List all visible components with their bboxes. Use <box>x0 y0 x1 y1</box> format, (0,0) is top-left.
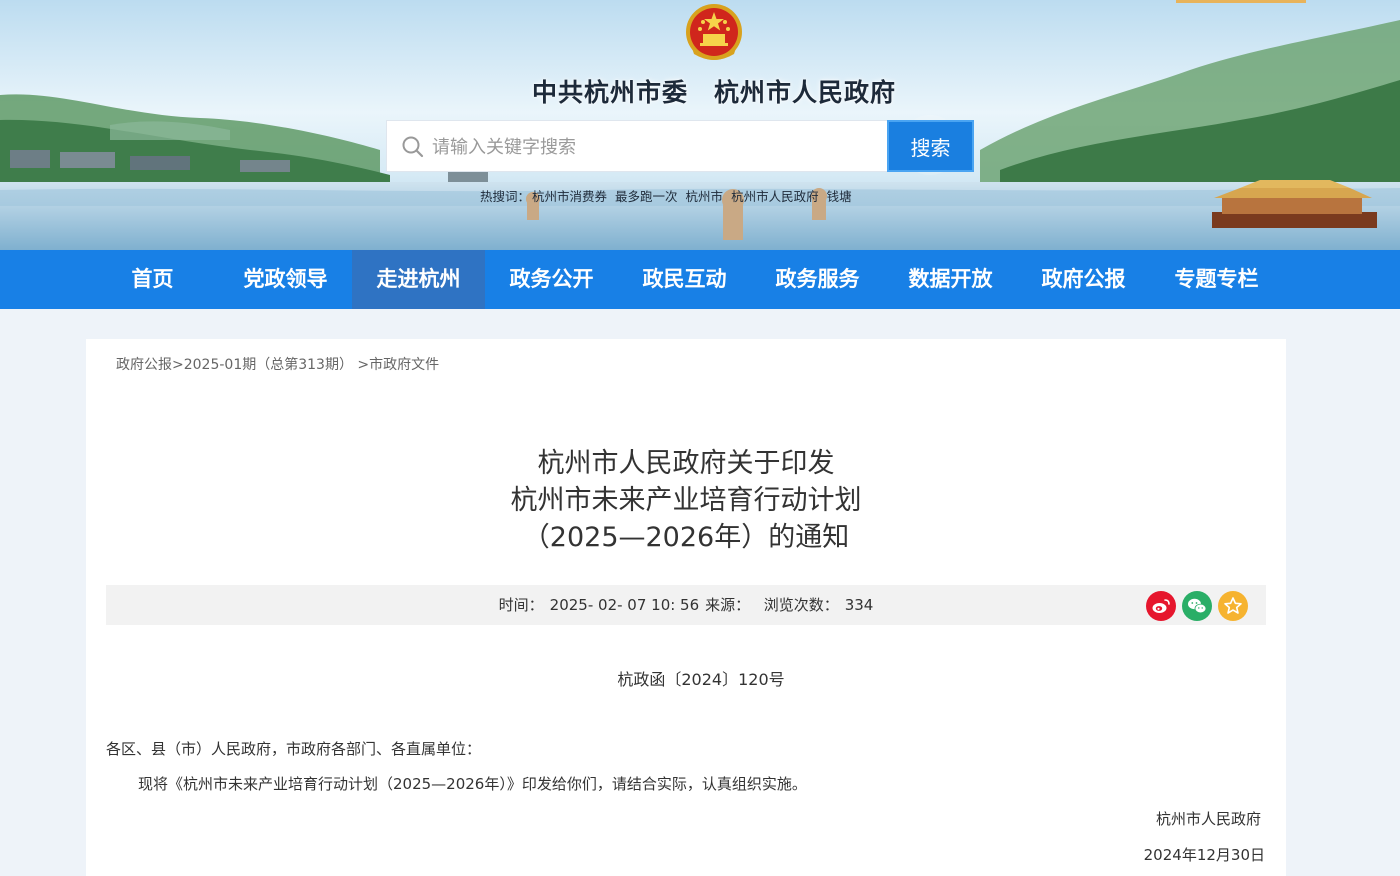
weibo-icon[interactable] <box>1146 591 1176 621</box>
article-title-line: （2025—2026年）的通知 <box>522 522 850 553</box>
body-paragraph: 现将《杭州市未来产业培育行动计划（2025—2026年）》印发给你们，请结合实际… <box>138 775 807 793</box>
article-meta: 时间： 2025- 02- 07 10: 56 来源： 浏览次数： 334 <box>106 585 1266 625</box>
favorite-icon[interactable] <box>1218 591 1248 621</box>
article-title-line: 杭州市人民政府关于印发 <box>537 448 835 479</box>
header-banner: 中共杭州市委 杭州市人民政府 搜索 热搜词：杭州市消费券最多跑一次杭州市杭州市人… <box>0 0 1400 250</box>
breadcrumb-link-gazette[interactable]: 政府公报 <box>116 357 172 373</box>
nav-item-open-data[interactable]: 数据开放 <box>884 250 1017 309</box>
hot-word-link[interactable]: 杭州市 <box>686 189 724 204</box>
article-meta-bar: 时间： 2025- 02- 07 10: 56 来源： 浏览次数： 334 <box>106 585 1266 625</box>
nav-item-home[interactable]: 首页 <box>86 250 219 309</box>
hot-search-words: 热搜词： 杭州市消费券 最多跑一次 杭州市 杭州市人民政府 钱塘 <box>480 186 860 205</box>
nav-item-interaction[interactable]: 政民互动 <box>618 250 751 309</box>
breadcrumb-link-category[interactable]: 市政府文件 <box>369 357 439 373</box>
publish-time: 2025- 02- 07 10: 56 <box>549 596 700 614</box>
views-label: 浏览次数： <box>763 596 839 614</box>
nav-item-topics[interactable]: 专题专栏 <box>1150 250 1283 309</box>
national-emblem-icon <box>684 2 744 66</box>
signature-date: 2024年12月30日 <box>1143 846 1265 864</box>
hot-words-label: 热搜词： <box>480 189 531 204</box>
breadcrumb-link-issue[interactable]: 2025-01期（总第313期） <box>184 357 353 373</box>
site-title: 中共杭州市委 杭州市人民政府 <box>531 78 896 107</box>
nav-item-gov-info[interactable]: 政务公开 <box>485 250 618 309</box>
hot-word-link[interactable]: 杭州市人民政府 <box>731 189 819 204</box>
breadcrumb: 政府公报>2025-01期（总第313期） >市政府文件 <box>116 354 439 374</box>
nav-item-gazette[interactable]: 政府公报 <box>1017 250 1150 309</box>
wechat-icon[interactable] <box>1182 591 1212 621</box>
addressee: 各区、县（市）人民政府，市政府各部门、各直属单位： <box>106 740 482 758</box>
hot-word-link[interactable]: 钱塘 <box>827 189 852 204</box>
hot-word-link[interactable]: 杭州市消费券 <box>532 189 607 204</box>
breadcrumb-separator: > <box>357 357 370 373</box>
hot-word-link[interactable]: 最多跑一次 <box>615 189 678 204</box>
search-box <box>386 120 888 172</box>
signature-organization: 杭州市人民政府 <box>1155 810 1261 828</box>
article-title-line: 杭州市未来产业培育行动计划 <box>510 485 862 516</box>
nav-item-services[interactable]: 政务服务 <box>751 250 884 309</box>
search-input[interactable] <box>432 133 872 161</box>
main-nav: 首页 党政领导 走进杭州 政务公开 政民互动 政务服务 数据开放 政府公报 专题… <box>0 250 1400 309</box>
article-title: 杭州市人民政府关于印发 杭州市未来产业培育行动计划 （2025—2026年）的通… <box>86 445 1286 556</box>
nav-item-about-hangzhou[interactable]: 走进杭州 <box>352 250 485 309</box>
article-container: 政府公报>2025-01期（总第313期） >市政府文件 杭州市人民政府关于印发… <box>86 339 1286 876</box>
source-label: 来源： <box>705 596 743 614</box>
search-button[interactable]: 搜索 <box>887 120 974 172</box>
search-icon <box>401 135 425 159</box>
document-number: 杭政函〔2024〕120号 <box>617 670 785 689</box>
top-accent-bar <box>1176 0 1306 3</box>
breadcrumb-separator: > <box>172 357 184 373</box>
views-count: 334 <box>844 596 874 614</box>
nav-item-leaders[interactable]: 党政领导 <box>219 250 352 309</box>
time-label: 时间： <box>498 596 544 614</box>
